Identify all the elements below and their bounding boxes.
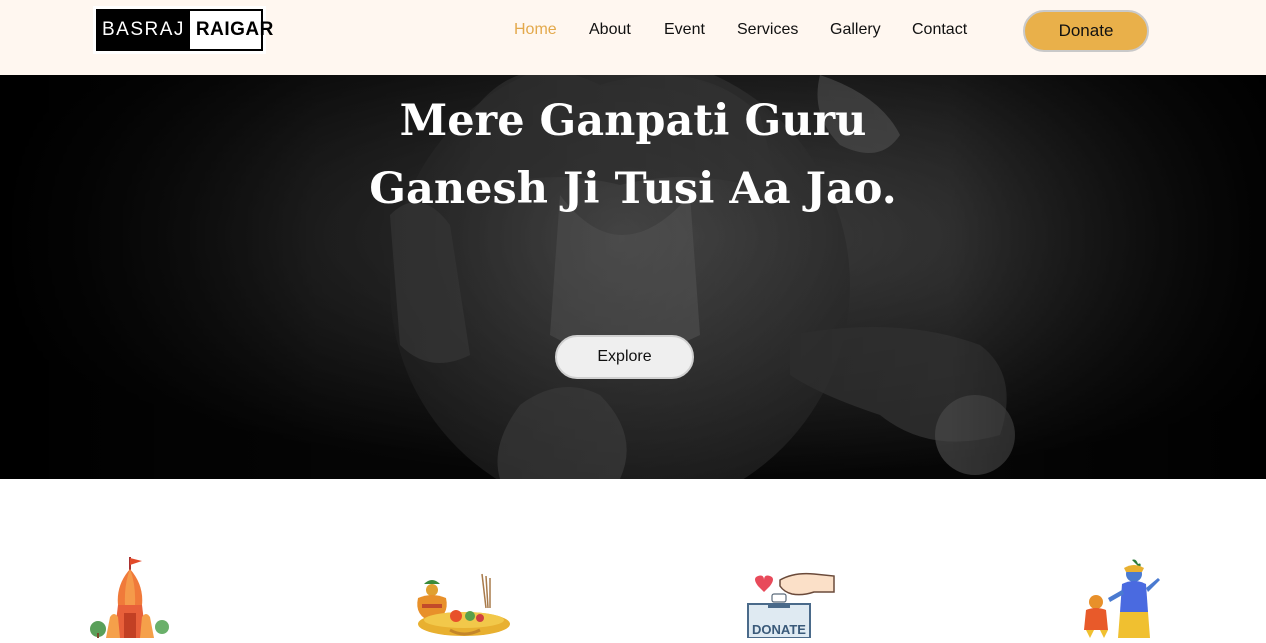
temple-icon[interactable] bbox=[88, 555, 183, 643]
krishna-hanuman-icon[interactable] bbox=[1080, 558, 1162, 643]
hero-banner: Mere Ganpati Guru Ganesh Ji Tusi Aa Jao.… bbox=[0, 75, 1266, 479]
nav-contact[interactable]: Contact bbox=[912, 21, 967, 39]
nav-gallery[interactable]: Gallery bbox=[830, 21, 881, 39]
nav-about[interactable]: About bbox=[589, 21, 631, 39]
nav-event[interactable]: Event bbox=[664, 21, 705, 39]
site-header: BASRAJ RAIGAR Home About Event Services … bbox=[0, 0, 1266, 75]
donate-box-label: DONATE bbox=[752, 622, 806, 637]
donate-button[interactable]: Donate bbox=[1023, 10, 1149, 52]
hero-title-line1: Mere Ganpati Guru bbox=[399, 96, 867, 146]
donation-box-icon[interactable]: DONATE bbox=[744, 570, 836, 643]
hero-title-line2: Ganesh Ji Tusi Aa Jao. bbox=[369, 164, 897, 214]
explore-button[interactable]: Explore bbox=[555, 335, 694, 379]
nav-services[interactable]: Services bbox=[737, 21, 798, 39]
puja-kalash-icon[interactable] bbox=[410, 572, 510, 643]
nav-home[interactable]: Home bbox=[514, 21, 557, 39]
